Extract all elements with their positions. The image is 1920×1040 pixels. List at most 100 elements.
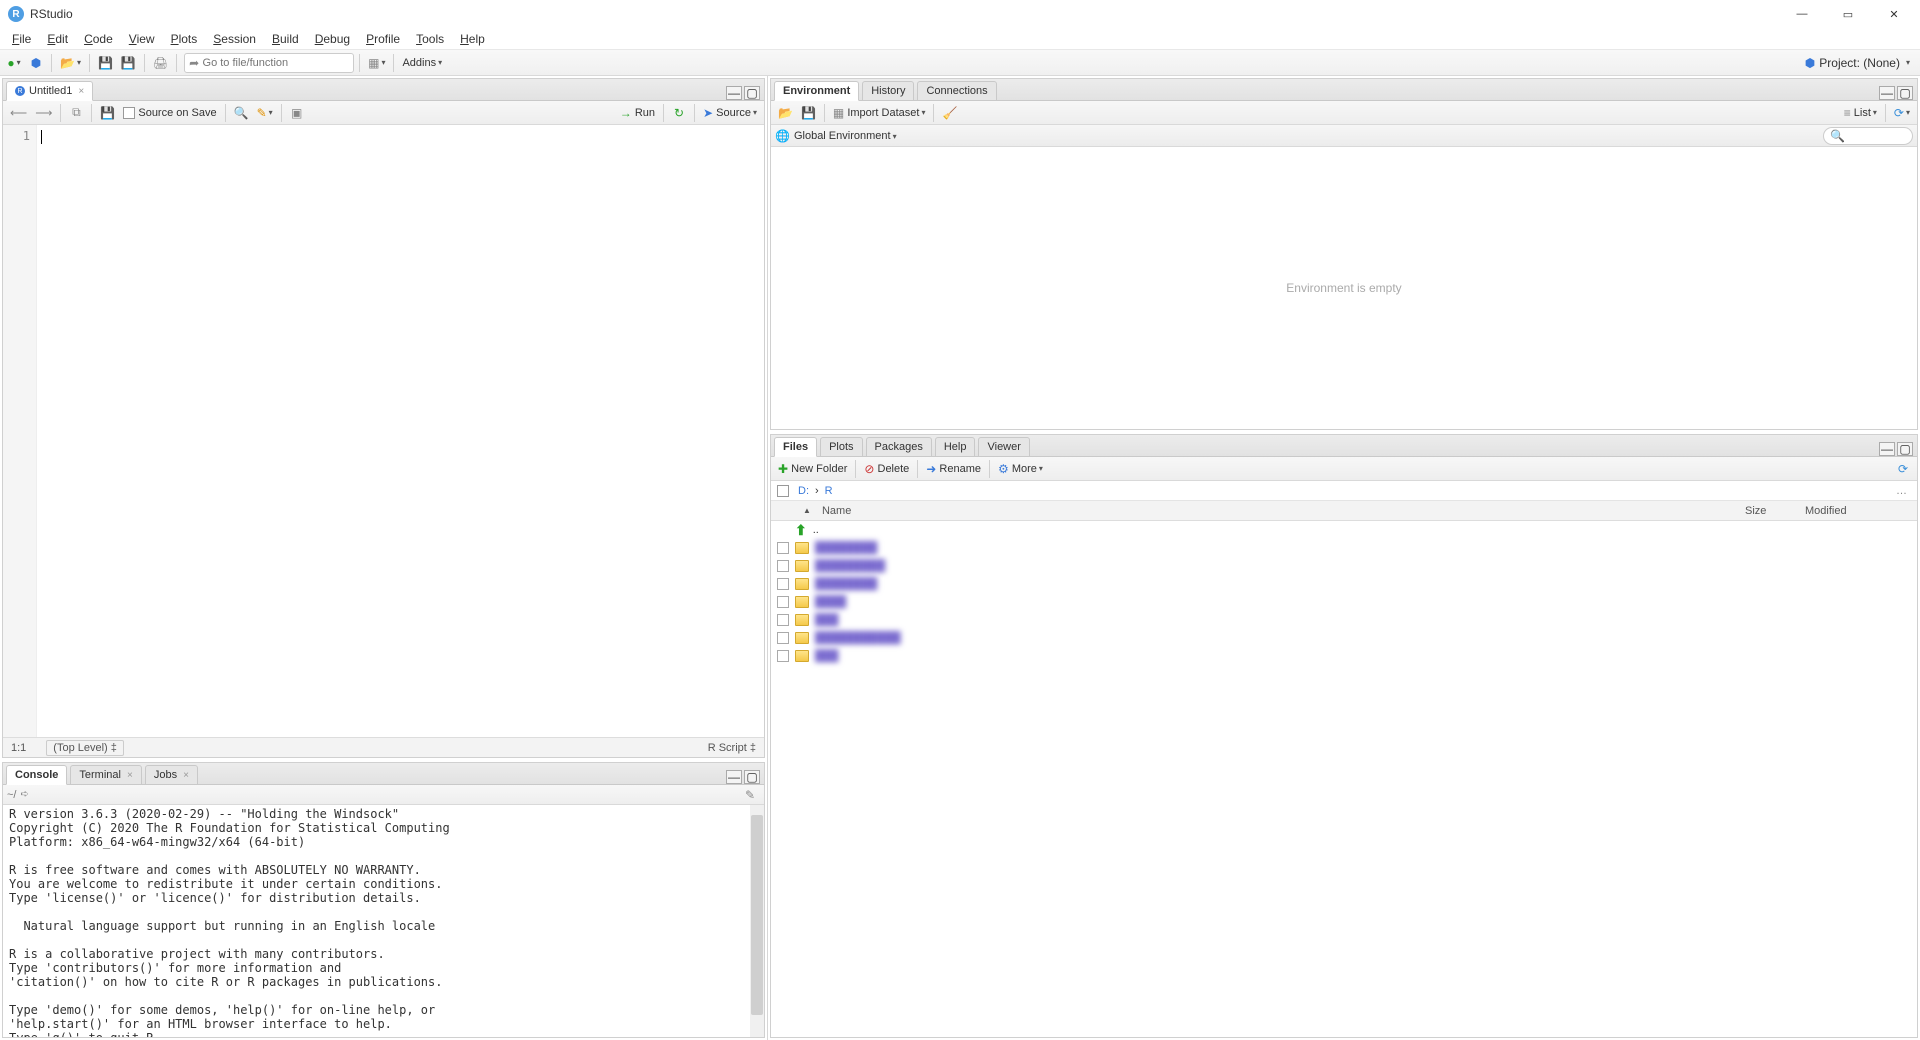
menu-code[interactable]: Code [76,30,121,48]
console-output[interactable]: R version 3.6.3 (2020-02-29) -- "Holding… [3,805,764,1037]
maximize-pane-button[interactable]: ▢ [1897,442,1913,456]
source-button[interactable]: ➤ Source▾ [700,103,760,123]
file-row[interactable]: █████████ [771,557,1917,575]
new-folder-button[interactable]: ✚ New Folder [775,459,850,479]
maximize-button[interactable]: ▭ [1834,4,1862,24]
file-row[interactable]: ███ [771,611,1917,629]
file-row-up[interactable]: ⬆ .. [771,521,1917,539]
row-checkbox[interactable] [777,614,789,626]
menu-build[interactable]: Build [264,30,307,48]
tab-connections[interactable]: Connections [917,81,996,101]
source-tab-untitled[interactable]: R Untitled1 × [6,81,93,101]
refresh-files-button[interactable]: ⟳ [1893,459,1913,479]
file-row[interactable]: ████ [771,593,1917,611]
menu-debug[interactable]: Debug [307,30,358,48]
menu-plots[interactable]: Plots [163,30,206,48]
close-button[interactable]: ✕ [1880,4,1908,24]
rename-button[interactable]: ➜ Rename [923,459,984,479]
tab-viewer[interactable]: Viewer [978,437,1029,457]
load-workspace-button[interactable]: 📂 [775,103,796,123]
delete-button[interactable]: ⊘ Delete [861,459,912,479]
tab-environment[interactable]: Environment [774,81,859,101]
row-checkbox[interactable] [777,542,789,554]
file-row[interactable]: ████████ [771,575,1917,593]
col-size[interactable]: Size [1737,505,1797,517]
save-button[interactable]: 💾 [95,53,116,73]
show-in-new-window-button[interactable]: ⧉ [66,103,86,123]
tab-console[interactable]: Console [6,765,67,785]
minimize-pane-button[interactable]: — [1879,442,1895,456]
menu-file[interactable]: File [4,30,39,48]
file-row[interactable]: ███████████ [771,629,1917,647]
menu-profile[interactable]: Profile [358,30,408,48]
new-file-button[interactable]: ●▾ [4,53,24,73]
maximize-pane-button[interactable]: ▢ [744,86,760,100]
row-checkbox[interactable] [777,650,789,662]
source-on-save-checkbox[interactable]: Source on Save [120,103,219,123]
menu-view[interactable]: View [121,30,163,48]
maximize-pane-button[interactable]: ▢ [744,770,760,784]
minimize-pane-button[interactable]: — [726,770,742,784]
file-row[interactable]: ███ [771,647,1917,665]
close-tab-icon[interactable]: × [183,770,189,781]
more-button[interactable]: ⚙ More▾ [995,459,1046,479]
save-source-button[interactable]: 💾 [97,103,118,123]
path-options-button[interactable]: … [1892,485,1911,497]
code-editor[interactable]: 1 [3,125,764,737]
save-all-button[interactable]: 💾 [118,53,139,73]
menu-tools[interactable]: Tools [408,30,452,48]
crumb-drive[interactable]: D: [798,485,809,497]
env-search[interactable]: 🔍 [1823,127,1913,145]
grid-button[interactable]: ▦▾ [365,53,388,73]
clear-console-button[interactable]: ✎ [740,785,760,805]
clear-env-button[interactable]: 🧹 [939,103,960,123]
col-name[interactable]: ▲ Name [795,505,1737,517]
tab-plots[interactable]: Plots [820,437,862,457]
minimize-button[interactable]: — [1788,4,1816,24]
tab-help[interactable]: Help [935,437,976,457]
compile-report-button[interactable]: ▣ [287,103,307,123]
select-all-checkbox[interactable] [777,485,789,497]
tab-jobs[interactable]: Jobs× [145,765,198,785]
env-scope[interactable]: Global Environment▾ [794,130,897,142]
open-file-button[interactable]: 📂▾ [57,53,84,73]
menu-help[interactable]: Help [452,30,493,48]
col-modified[interactable]: Modified [1797,505,1917,517]
new-project-button[interactable]: ⬢ [26,53,46,73]
code-area[interactable] [37,125,764,737]
code-tools-button[interactable]: ✎▾ [254,103,276,123]
menu-edit[interactable]: Edit [39,30,76,48]
close-tab-icon[interactable]: × [78,86,84,97]
tab-history[interactable]: History [862,81,914,101]
wd-arrow-icon[interactable]: ➪ [20,789,28,800]
addins-button[interactable]: Addins▾ [399,53,445,73]
row-checkbox[interactable] [777,632,789,644]
tab-packages[interactable]: Packages [866,437,932,457]
import-dataset-button[interactable]: ▦ Import Dataset▾ [830,103,929,123]
minimize-pane-button[interactable]: — [726,86,742,100]
run-button[interactable]: → Run [617,103,658,123]
find-button[interactable]: 🔍 [231,103,252,123]
goto-input[interactable] [203,57,350,69]
scope-selector[interactable]: (Top Level) ‡ [46,740,124,756]
crumb-folder[interactable]: R [825,485,833,497]
save-workspace-button[interactable]: 💾 [798,103,819,123]
row-checkbox[interactable] [777,596,789,608]
file-row[interactable]: ████████ [771,539,1917,557]
list-view-button[interactable]: ≡ List▾ [1841,103,1880,123]
refresh-env-button[interactable]: ⟳▾ [1891,103,1913,123]
close-tab-icon[interactable]: × [127,770,133,781]
minimize-pane-button[interactable]: — [1879,86,1895,100]
console-scrollbar[interactable] [750,805,764,1037]
filetype-selector[interactable]: R Script ‡ [708,742,756,754]
rerun-button[interactable]: ↻ [669,103,689,123]
row-checkbox[interactable] [777,560,789,572]
back-button[interactable]: ⟵ [7,103,30,123]
menu-session[interactable]: Session [205,30,264,48]
project-menu[interactable]: ⬢ Project: (None) ▾ [1799,56,1916,70]
print-button[interactable]: 🖨 [150,53,171,73]
maximize-pane-button[interactable]: ▢ [1897,86,1913,100]
forward-button[interactable]: ⟶ [32,103,55,123]
row-checkbox[interactable] [777,578,789,590]
tab-files[interactable]: Files [774,437,817,457]
